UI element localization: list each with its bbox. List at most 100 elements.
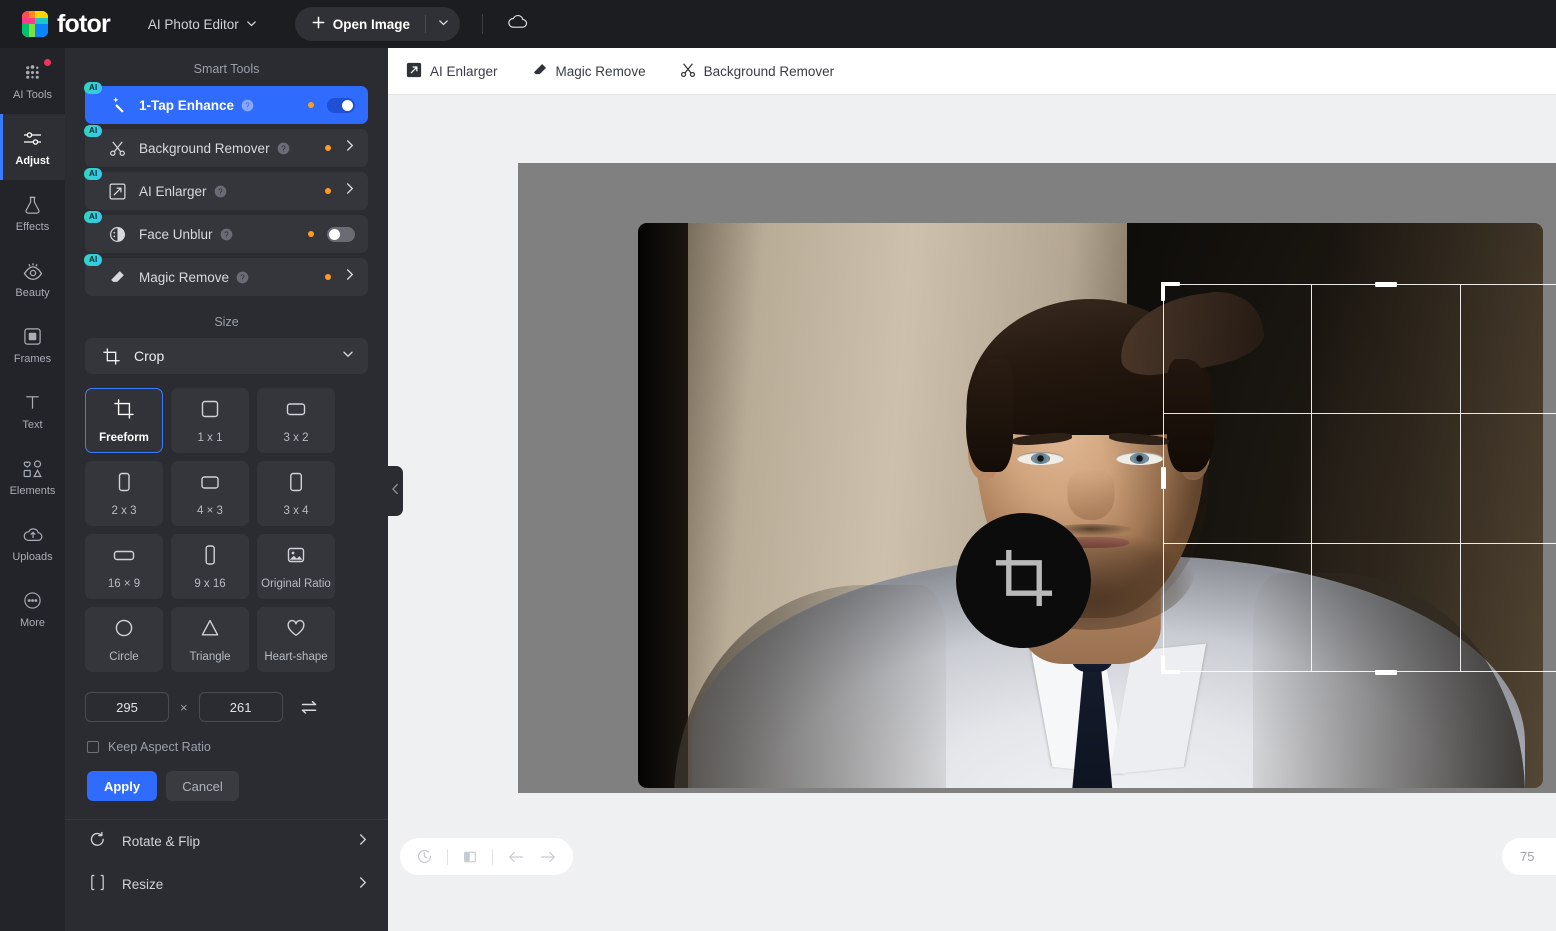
- crop-preset-3x4[interactable]: 3 x 4: [257, 461, 335, 526]
- crop-preset-2x3[interactable]: 2 x 3: [85, 461, 163, 526]
- crop-handle-middle-left[interactable]: [1161, 467, 1166, 489]
- sidebar-item-effects[interactable]: Effects: [0, 180, 65, 246]
- crop-preset-original-ratio[interactable]: Original Ratio: [257, 534, 335, 599]
- iris-left: [1031, 453, 1050, 464]
- svg-text:?: ?: [218, 187, 223, 196]
- enhance-toggle[interactable]: [327, 98, 355, 113]
- crop-selection-overlay[interactable]: [1163, 284, 1556, 672]
- sidebar-item-uploads[interactable]: Uploads: [0, 510, 65, 576]
- dimension-separator: ×: [180, 700, 188, 715]
- help-icon[interactable]: ?: [236, 271, 249, 284]
- cloud-storage-button[interactable]: [503, 10, 531, 38]
- crop-preset-triangle[interactable]: Triangle: [171, 607, 249, 672]
- crop-handle-top-center[interactable]: [1375, 282, 1397, 287]
- chevron-right-icon[interactable]: [344, 268, 355, 286]
- chevron-down-icon: [438, 15, 449, 33]
- sidebar-item-text[interactable]: Text: [0, 378, 65, 444]
- sidebar-item-label: Uploads: [12, 551, 52, 563]
- apply-button[interactable]: Apply: [87, 771, 157, 801]
- circle-icon: [113, 617, 135, 644]
- history-toolbar: [400, 838, 573, 875]
- divider: [482, 14, 483, 34]
- scissors-icon: [680, 62, 696, 81]
- crop-presets-scroll-area[interactable]: Freeform 1 x 1 3 x 2: [85, 388, 368, 676]
- tool-magic-remove[interactable]: AI Magic Remove ?: [85, 258, 368, 296]
- tool-ai-enlarger[interactable]: AI AI Enlarger ?: [85, 172, 368, 210]
- sidebar-item-label: AI Tools: [13, 89, 52, 101]
- sidebar-item-elements[interactable]: Elements: [0, 444, 65, 510]
- reset-history-icon[interactable]: [416, 848, 433, 865]
- crop-preset-9x16[interactable]: 9 x 16: [171, 534, 249, 599]
- crop-section-header[interactable]: Crop: [85, 338, 368, 374]
- crop-handle-top-left-b[interactable]: [1161, 282, 1180, 286]
- brand-logo[interactable]: fotor: [22, 10, 110, 39]
- triangle-icon: [199, 617, 221, 644]
- rotate-and-flip-row[interactable]: Rotate & Flip: [65, 820, 388, 863]
- crop-preset-label: 2 x 3: [112, 505, 137, 517]
- wide-icon: [111, 544, 137, 571]
- crop-preset-3x2[interactable]: 3 x 2: [257, 388, 335, 453]
- crop-rule-of-thirds-grid: [1163, 284, 1556, 672]
- crop-preset-label: 9 x 16: [194, 578, 225, 590]
- tool-label: Background Remover: [139, 141, 270, 156]
- toolbar-magic-remove[interactable]: Magic Remove: [532, 62, 646, 81]
- portrait-icon: [113, 471, 135, 498]
- sidebar-item-beauty[interactable]: Beauty: [0, 246, 65, 312]
- help-icon[interactable]: ?: [220, 228, 233, 241]
- crop-preset-label: Heart-shape: [264, 651, 327, 663]
- help-icon[interactable]: ?: [277, 142, 290, 155]
- crop-icon: [99, 348, 123, 365]
- chevron-right-icon[interactable]: [344, 139, 355, 157]
- help-icon[interactable]: ?: [214, 185, 227, 198]
- keep-aspect-ratio-checkbox[interactable]: [87, 741, 99, 753]
- help-icon[interactable]: ?: [241, 99, 254, 112]
- sidebar-item-frames[interactable]: Frames: [0, 312, 65, 378]
- open-image-dropdown-button[interactable]: [426, 7, 460, 41]
- tool-face-unblur[interactable]: AI Face Unblur ?: [85, 215, 368, 253]
- cancel-button[interactable]: Cancel: [166, 771, 239, 801]
- chevron-down-icon: [246, 17, 257, 32]
- ai-badge: AI: [84, 168, 102, 180]
- swap-arrows-icon[interactable]: [300, 700, 318, 715]
- tool-controls: [325, 268, 368, 286]
- toolbar-background-remover[interactable]: Background Remover: [680, 62, 835, 81]
- sidebar-item-ai-tools[interactable]: AI Tools: [0, 48, 65, 114]
- adjust-panel: Smart Tools AI 1-Tap Enhance ? AI: [65, 48, 388, 931]
- toolbar-ai-enlarger[interactable]: AI Enlarger: [406, 62, 498, 81]
- canvas-area[interactable]: 1:1 4:3 2:3: [388, 95, 1556, 901]
- face-unblur-toggle[interactable]: [327, 227, 355, 242]
- compare-icon[interactable]: [462, 849, 478, 865]
- sidebar-item-more[interactable]: More: [0, 576, 65, 642]
- arrow-right-icon[interactable]: [539, 849, 557, 865]
- tool-1-tap-enhance[interactable]: AI 1-Tap Enhance ?: [85, 86, 368, 124]
- crop-handle-bottom-center[interactable]: [1375, 670, 1397, 675]
- editor-mode-selector[interactable]: AI Photo Editor: [148, 17, 257, 32]
- tool-controls: [308, 227, 368, 242]
- crop-preset-freeform[interactable]: Freeform: [85, 388, 163, 453]
- crop-preset-1x1[interactable]: 1 x 1: [171, 388, 249, 453]
- panel-collapse-handle[interactable]: [388, 466, 403, 516]
- crop-preset-4x3[interactable]: 4 × 3: [171, 461, 249, 526]
- open-image-button[interactable]: Open Image: [295, 7, 425, 41]
- crop-icon: [113, 398, 135, 425]
- arrow-left-icon[interactable]: [507, 849, 525, 865]
- crop-preset-16x9[interactable]: 16 × 9: [85, 534, 163, 599]
- crop-preset-heart-shape[interactable]: Heart-shape: [257, 607, 335, 672]
- crop-width-input[interactable]: [85, 692, 169, 722]
- text-t-icon: [23, 392, 42, 414]
- chevron-right-icon[interactable]: [344, 182, 355, 200]
- crop-height-input[interactable]: [199, 692, 283, 722]
- sidebar-item-label: Adjust: [15, 155, 49, 167]
- crop-preset-circle[interactable]: Circle: [85, 607, 163, 672]
- resize-label: Resize: [122, 877, 163, 892]
- resize-row[interactable]: Resize: [65, 863, 388, 906]
- crop-label: Crop: [134, 348, 164, 364]
- resize-icon: [89, 874, 106, 896]
- keep-aspect-ratio-row[interactable]: Keep Aspect Ratio: [87, 740, 368, 754]
- sidebar-item-adjust[interactable]: Adjust: [0, 114, 65, 180]
- zoom-level-indicator[interactable]: 75: [1502, 838, 1556, 875]
- tool-label: Magic Remove: [139, 270, 229, 285]
- tool-background-remover[interactable]: AI Background Remover ?: [85, 129, 368, 167]
- chevron-down-icon[interactable]: [342, 347, 354, 365]
- crop-handle-bottom-left-b[interactable]: [1161, 670, 1180, 674]
